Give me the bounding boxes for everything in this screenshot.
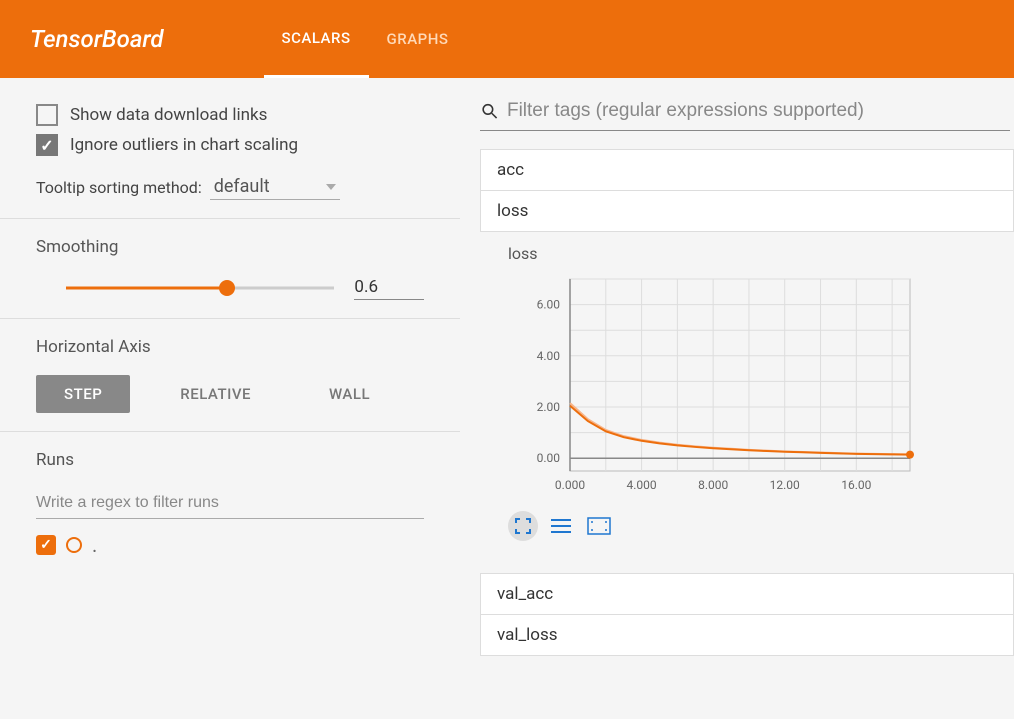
svg-text:16.00: 16.00 xyxy=(841,478,871,492)
label-tooltip-sorting: Tooltip sorting method: xyxy=(36,178,202,197)
tab-scalars[interactable]: SCALARS xyxy=(264,0,369,78)
app-header: TensorBoard SCALARS GRAPHS xyxy=(0,0,1014,78)
select-value: default xyxy=(214,176,270,197)
loss-chart[interactable]: 0.00 2.00 4.00 6.00 0.000 4.000 8.000 12.00 16.0… xyxy=(500,271,920,501)
tag-filter-input[interactable] xyxy=(507,100,1010,122)
app-logo: TensorBoard xyxy=(30,25,164,53)
svg-text:0.00: 0.00 xyxy=(537,451,561,465)
svg-text:6.00: 6.00 xyxy=(537,298,561,312)
main-content: acc loss loss 0.00 2.00 4.00 6.00 0.000 4.000… xyxy=(460,78,1014,719)
tag-group-acc[interactable]: acc xyxy=(481,150,1013,191)
label-show-download: Show data download links xyxy=(70,105,267,125)
run-checkbox[interactable] xyxy=(36,535,56,555)
svg-text:4.000: 4.000 xyxy=(627,478,657,492)
svg-text:4.00: 4.00 xyxy=(537,349,561,363)
axis-btn-step[interactable]: STEP xyxy=(36,375,130,413)
label-runs: Runs xyxy=(36,450,424,470)
tag-group-val-loss[interactable]: val_loss xyxy=(480,615,1014,656)
tag-group-loss[interactable]: loss xyxy=(481,191,1013,231)
list-icon[interactable] xyxy=(546,511,576,541)
run-dot-label: . xyxy=(92,533,97,557)
tag-group-val-acc[interactable]: val_acc xyxy=(480,573,1014,615)
fit-icon[interactable] xyxy=(584,511,614,541)
run-radio[interactable] xyxy=(66,537,82,553)
expand-icon[interactable] xyxy=(508,511,538,541)
runs-filter-input[interactable] xyxy=(36,488,424,519)
tab-graphs[interactable]: GRAPHS xyxy=(369,0,467,78)
chart-card: loss 0.00 2.00 4.00 6.00 0.000 4.000 8.000 12.0… xyxy=(480,232,1014,559)
checkbox-ignore-outliers[interactable] xyxy=(36,134,58,156)
axis-btn-relative[interactable]: RELATIVE xyxy=(152,375,279,413)
chart-title: loss xyxy=(508,244,994,263)
checkbox-show-download[interactable] xyxy=(36,104,58,126)
svg-text:0.000: 0.000 xyxy=(555,478,585,492)
sidebar: Show data download links Ignore outliers… xyxy=(0,78,460,719)
chevron-down-icon xyxy=(326,184,336,190)
svg-text:8.000: 8.000 xyxy=(698,478,728,492)
tab-bar: SCALARS GRAPHS xyxy=(264,0,467,78)
label-smoothing: Smoothing xyxy=(36,237,424,257)
search-icon xyxy=(480,101,499,121)
smoothing-value[interactable]: 0.6 xyxy=(354,275,424,300)
label-ignore-outliers: Ignore outliers in chart scaling xyxy=(70,135,298,155)
svg-text:12.00: 12.00 xyxy=(770,478,800,492)
slider-thumb[interactable] xyxy=(219,280,235,296)
tag-panel: acc loss xyxy=(480,149,1014,232)
svg-text:2.00: 2.00 xyxy=(537,400,561,414)
select-tooltip-sorting[interactable]: default xyxy=(210,174,340,200)
label-horizontal-axis: Horizontal Axis xyxy=(36,337,424,357)
slider-smoothing[interactable] xyxy=(66,278,334,298)
axis-btn-wall[interactable]: WALL xyxy=(301,375,398,413)
